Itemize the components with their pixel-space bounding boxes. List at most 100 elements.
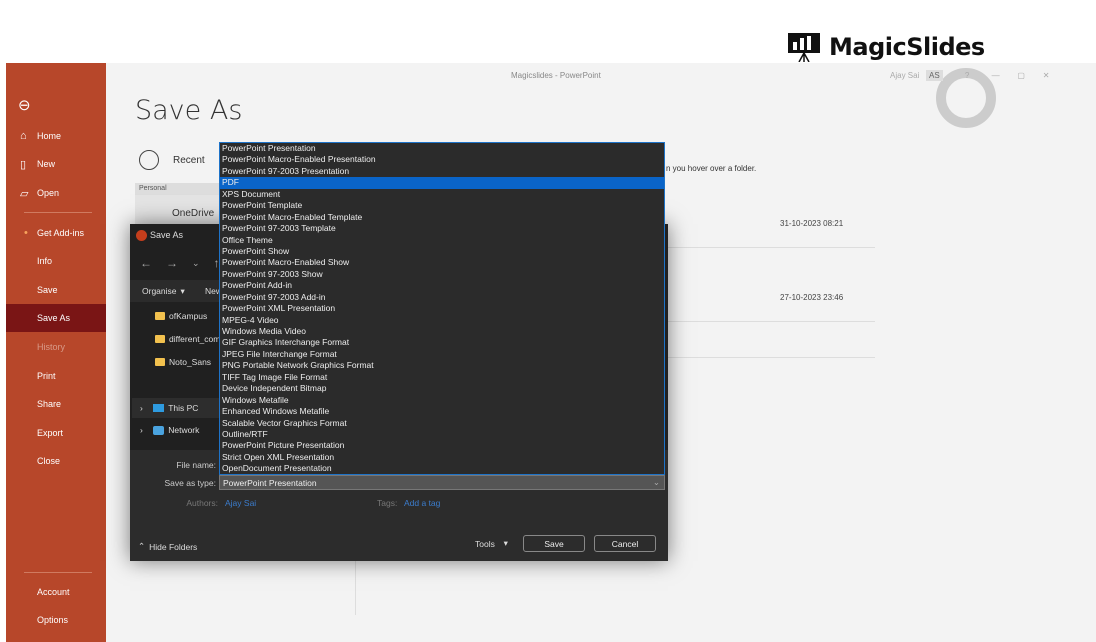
sidebar-item-close[interactable]: Close: [6, 447, 106, 475]
tools-button[interactable]: Tools ▾: [475, 538, 508, 549]
type-option[interactable]: PowerPoint Template: [220, 200, 664, 211]
computer-icon: [153, 404, 165, 412]
type-option[interactable]: PowerPoint Show: [220, 246, 664, 257]
magicslides-logo: MagicSlides: [787, 32, 985, 62]
recent-locations-icon[interactable]: ⌄: [192, 258, 200, 269]
type-option[interactable]: PowerPoint Picture Presentation: [220, 440, 664, 451]
recent-date: 27-10-2023 23:46: [780, 293, 844, 302]
type-option[interactable]: Device Independent Bitmap: [220, 383, 664, 394]
window-title: Magicslides - PowerPoint: [511, 71, 601, 80]
file-name-label: File name:: [176, 460, 216, 470]
sidebar-item-export[interactable]: Export: [6, 419, 106, 447]
sidebar-item-info[interactable]: Info: [6, 247, 106, 275]
cancel-button[interactable]: Cancel: [594, 535, 656, 552]
sidebar-item-label: Share: [37, 399, 62, 409]
type-option[interactable]: Office Theme: [220, 235, 664, 246]
folder-icon: [155, 312, 165, 320]
expand-icon[interactable]: ›: [140, 403, 143, 413]
backstage-sidebar: ⊖ ⌂ Home ▯ New ▱ Open • Get Add-ins Info Sav…: [6, 63, 106, 642]
type-option[interactable]: PNG Portable Network Graphics Format: [220, 360, 664, 371]
sidebar-item-label: Save As: [37, 313, 71, 323]
open-icon: ▱: [20, 187, 29, 200]
authors-label: Authors:: [186, 498, 218, 508]
forward-icon[interactable]: →: [166, 256, 178, 270]
sidebar-item-label: Close: [37, 456, 61, 466]
sidebar-item-save[interactable]: Save: [6, 276, 106, 304]
type-option[interactable]: MPEG-4 Video: [220, 315, 664, 326]
chevron-up-icon: ⌃: [138, 541, 146, 551]
chevron-down-icon: ⌄: [652, 477, 660, 487]
nav-label: This PC: [168, 403, 199, 413]
onedrive-location[interactable]: OneDrive: [135, 195, 225, 225]
recent-location[interactable]: Recent: [139, 150, 205, 170]
type-option[interactable]: PowerPoint Macro-Enabled Show: [220, 257, 664, 268]
dot-icon: •: [24, 227, 28, 239]
sidebar-item-save-as[interactable]: Save As: [6, 304, 106, 332]
type-option[interactable]: PowerPoint XML Presentation: [220, 303, 664, 314]
type-option[interactable]: PowerPoint Presentation: [220, 143, 664, 154]
add-tag-link[interactable]: Add a tag: [404, 498, 440, 508]
personal-header: Personal: [135, 183, 225, 195]
type-option[interactable]: GIF Graphics Interchange Format: [220, 337, 664, 348]
expand-icon[interactable]: ›: [140, 425, 143, 435]
type-option[interactable]: Windows Media Video: [220, 326, 664, 337]
new-icon: ▯: [20, 158, 27, 171]
sidebar-item-print[interactable]: Print: [6, 362, 106, 390]
save-as-type-value: PowerPoint Presentation: [223, 478, 317, 488]
sidebar-item-label: Export: [37, 428, 64, 438]
back-button[interactable]: ⊖: [6, 91, 106, 119]
type-option[interactable]: Scalable Vector Graphics Format: [220, 418, 664, 429]
type-option[interactable]: XPS Document: [220, 189, 664, 200]
type-option[interactable]: JPEG File Interchange Format: [220, 349, 664, 360]
type-option[interactable]: PowerPoint Macro-Enabled Template: [220, 212, 664, 223]
type-option[interactable]: PowerPoint Add-in: [220, 280, 664, 291]
folder-label: Noto_Sans: [169, 357, 212, 367]
powerpoint-icon: [136, 230, 147, 241]
type-option[interactable]: PowerPoint 97-2003 Presentation: [220, 166, 664, 177]
sidebar-item-label: Save: [37, 285, 58, 295]
folder-item[interactable]: ofKampus: [155, 311, 207, 321]
sidebar-item-home[interactable]: ⌂ Home: [6, 122, 106, 150]
sidebar-item-options[interactable]: Options: [6, 606, 106, 634]
type-option[interactable]: PowerPoint 97-2003 Show: [220, 269, 664, 280]
save-as-type-select[interactable]: PowerPoint Presentation ⌄: [219, 475, 665, 490]
back-icon[interactable]: ←: [140, 256, 152, 270]
sidebar-item-get-add-ins[interactable]: • Get Add-ins: [6, 219, 106, 247]
sidebar-item-new[interactable]: ▯ New: [6, 150, 106, 178]
sidebar-item-label: History: [37, 342, 66, 352]
type-option[interactable]: PowerPoint Macro-Enabled Presentation: [220, 154, 664, 165]
sidebar-item-label: New: [37, 159, 56, 169]
type-option[interactable]: OpenDocument Presentation: [220, 463, 664, 474]
sidebar-item-share[interactable]: Share: [6, 390, 106, 418]
folder-label: different_com: [169, 334, 221, 344]
sidebar-item-account[interactable]: Account: [6, 578, 106, 606]
nav-network[interactable]: › Network: [140, 425, 199, 435]
type-option[interactable]: Outline/RTF: [220, 429, 664, 440]
folder-item[interactable]: different_com: [155, 334, 220, 344]
hint-text: n you hover over a folder.: [666, 164, 757, 173]
sidebar-item-open[interactable]: ▱ Open: [6, 179, 106, 207]
home-icon: ⌂: [20, 130, 27, 142]
divider: [24, 572, 92, 573]
type-option[interactable]: TIFF Tag Image File Format: [220, 372, 664, 383]
type-option[interactable]: PowerPoint 97-2003 Template: [220, 223, 664, 234]
folder-item[interactable]: Noto_Sans: [155, 357, 211, 367]
tags-label: Tags:: [377, 498, 398, 508]
type-option[interactable]: PDF: [220, 177, 664, 189]
divider: [24, 212, 92, 213]
sidebar-item-label: Get Add-ins: [37, 228, 85, 238]
type-option[interactable]: Enhanced Windows Metafile: [220, 406, 664, 417]
nav-this-pc[interactable]: › This PC: [132, 398, 219, 418]
sidebar-item-label: Account: [37, 587, 70, 597]
save-button[interactable]: Save: [523, 535, 585, 552]
type-option[interactable]: Windows Metafile: [220, 395, 664, 406]
avatar[interactable]: AS: [926, 70, 943, 81]
type-option[interactable]: PowerPoint 97-2003 Add-in: [220, 292, 664, 303]
account-name[interactable]: Ajay Sai AS ? — ▢ ✕: [890, 70, 1049, 81]
type-option[interactable]: Strict Open XML Presentation: [220, 452, 664, 463]
presentation-board-icon: [788, 33, 820, 62]
folder-label: ofKampus: [169, 311, 208, 321]
authors-value[interactable]: Ajay Sai: [225, 498, 256, 508]
recent-label: Recent: [173, 154, 205, 166]
hide-folders-button[interactable]: ⌃ Hide Folders: [138, 541, 197, 552]
